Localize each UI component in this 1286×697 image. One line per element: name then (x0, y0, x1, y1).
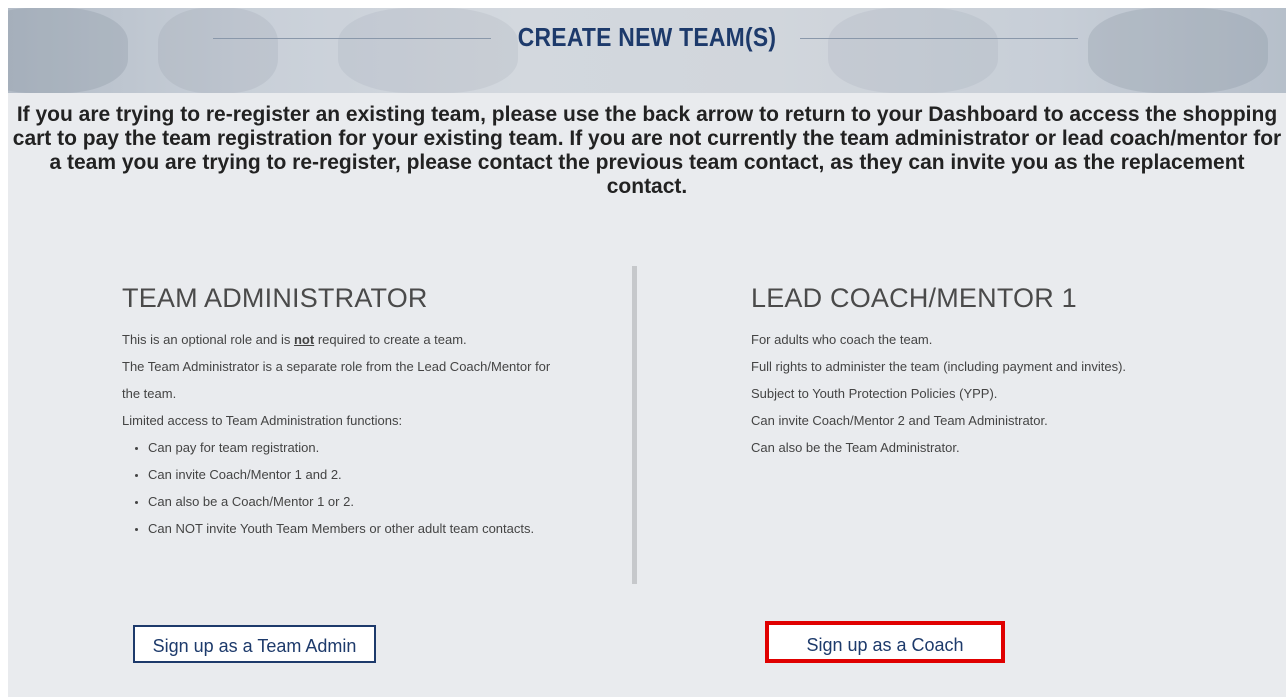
team-admin-column: TEAM ADMINISTRATOR This is an optional r… (122, 283, 627, 542)
lead-coach-desc-line: Full rights to administer the team (incl… (751, 359, 1127, 374)
optional-note-text-end: required to create a team. (314, 332, 467, 347)
page-title: CREATE NEW TEAM(S) (517, 22, 777, 52)
sign-up-team-admin-button[interactable]: Sign up as a Team Admin (133, 625, 376, 663)
lead-coach-desc-line: Can invite Coach/Mentor 2 and Team Admin… (751, 413, 1048, 428)
team-admin-optional-note: This is an optional role and is not requ… (122, 326, 627, 353)
team-admin-heading: TEAM ADMINISTRATOR (122, 283, 428, 313)
lead-coach-heading: LEAD COACH/MENTOR 1 (751, 283, 1077, 313)
optional-note-emphasis: not (293, 332, 315, 347)
sign-up-coach-button[interactable]: Sign up as a Coach (765, 621, 1005, 663)
create-team-panel: CREATE NEW TEAM(S) If you are trying to … (8, 8, 1286, 697)
team-admin-desc-line: The Team Administrator is a separate rol… (122, 359, 551, 374)
list-item: Can invite Coach/Mentor 1 and 2. (148, 461, 627, 488)
team-admin-access-intro: Limited access to Team Administration fu… (122, 413, 403, 428)
lead-coach-desc-line: For adults who coach the team. (751, 332, 933, 347)
header-banner: CREATE NEW TEAM(S) (8, 8, 1286, 93)
team-admin-permissions-list: Can pay for team registration. Can invit… (122, 434, 627, 542)
lead-coach-column: LEAD COACH/MENTOR 1 For adults who coach… (751, 283, 1231, 461)
lead-coach-desc-line: Can also be the Team Administrator. (751, 440, 960, 455)
list-item: Can NOT invite Youth Team Members or oth… (148, 515, 627, 542)
lead-coach-desc-line: Subject to Youth Protection Policies (YP… (751, 386, 998, 401)
team-admin-desc-line: the team. (122, 386, 177, 401)
column-divider (632, 266, 637, 584)
list-item: Can also be a Coach/Mentor 1 or 2. (148, 488, 627, 515)
reregister-notice: If you are trying to re-register an exis… (12, 103, 1282, 198)
list-item: Can pay for team registration. (148, 434, 627, 461)
optional-note-text: This is an optional role and is (122, 332, 294, 347)
